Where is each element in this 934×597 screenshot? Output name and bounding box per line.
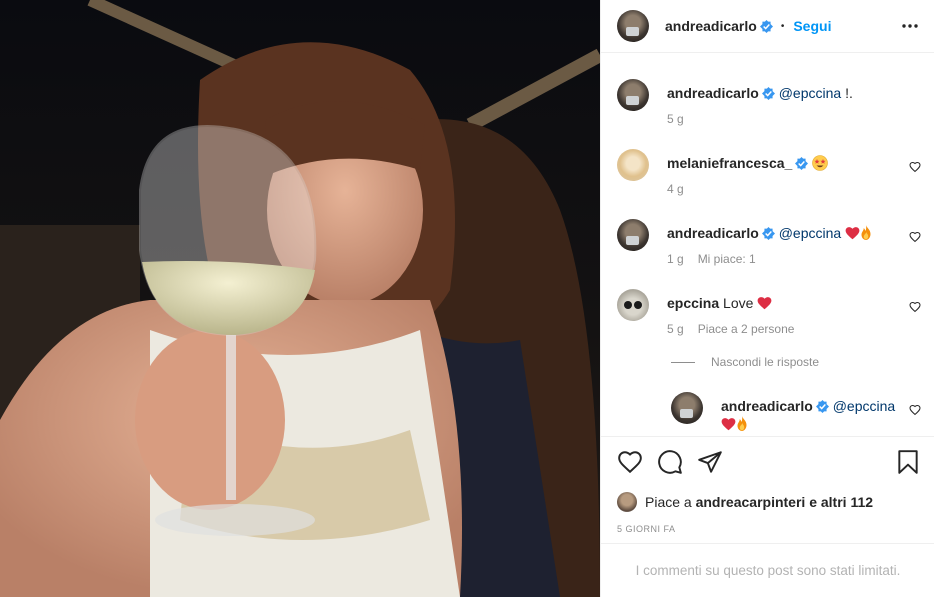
comment-username[interactable]: epccina <box>667 295 719 311</box>
reply-like-heart-icon[interactable] <box>909 404 921 416</box>
red-heart-emoji-icon <box>845 227 860 240</box>
verified-badge-icon <box>815 400 829 413</box>
comment-icon[interactable] <box>657 449 683 475</box>
follow-button[interactable]: Segui <box>793 18 831 34</box>
comment-item: andreadicarlo @epccina !. 5 g <box>617 79 927 128</box>
author-avatar[interactable] <box>617 10 649 42</box>
comments-limited-notice: I commenti su questo post sono stati lim… <box>601 543 934 597</box>
reply-username[interactable]: andreadicarlo <box>721 398 813 414</box>
comment-mention[interactable]: @epccina <box>779 85 841 101</box>
comment-avatar[interactable] <box>617 289 649 321</box>
author-username[interactable]: andreadicarlo <box>665 18 757 34</box>
comment-time[interactable]: 5 g <box>667 322 684 336</box>
separator-dot: • <box>780 20 785 32</box>
instagram-post: andreadicarlo • Segui andreadicarlo @epc… <box>0 0 934 597</box>
comment-item: epccina Love 5 g Piace a 2 persone <box>617 289 927 338</box>
comment-mention[interactable]: @epccina <box>779 225 841 241</box>
comment-time[interactable]: 5 g <box>667 112 684 126</box>
post-header: andreadicarlo • Segui <box>601 0 934 53</box>
reply-mention[interactable]: @epccina <box>833 398 895 414</box>
comment-avatar[interactable] <box>617 149 649 181</box>
comment-like-heart-icon[interactable] <box>909 231 921 243</box>
comment-avatar[interactable] <box>617 219 649 251</box>
comment-text: !. <box>845 85 853 101</box>
reply-item: andreadicarlo @epccina <box>671 392 927 433</box>
comment-text: Love <box>723 295 754 311</box>
comment-like-heart-icon[interactable] <box>909 161 921 173</box>
red-heart-emoji-icon <box>757 297 772 310</box>
comment-username[interactable]: andreadicarlo <box>667 85 759 101</box>
verified-badge-icon <box>795 157 809 170</box>
comment-item: melaniefrancesca_ 4 g <box>617 149 927 198</box>
comment-like-heart-icon[interactable] <box>909 301 921 313</box>
comment-likes-count[interactable]: Piace a 2 persone <box>698 322 795 336</box>
share-icon[interactable] <box>697 449 723 475</box>
verified-badge-icon <box>761 87 775 100</box>
liker-avatar[interactable] <box>617 492 637 512</box>
comment-avatar[interactable] <box>617 79 649 111</box>
star-struck-emoji-icon <box>812 155 829 171</box>
bookmark-icon[interactable] <box>895 449 921 475</box>
comment-username[interactable]: melaniefrancesca_ <box>667 155 792 171</box>
hide-replies-toggle[interactable]: Nascondi le risposte <box>671 355 819 369</box>
comment-time[interactable]: 1 g <box>667 252 684 266</box>
post-date[interactable]: 5 GIORNI FA <box>617 524 676 534</box>
more-options-icon[interactable] <box>901 18 919 34</box>
likes-summary: Piace a andreacarpinteri e altri 112 <box>617 492 873 512</box>
verified-badge-icon <box>761 227 775 240</box>
post-side-panel: andreadicarlo • Segui andreadicarlo @epc… <box>600 0 934 597</box>
red-heart-emoji-icon <box>721 418 736 431</box>
post-action-bar <box>601 436 934 488</box>
fire-emoji-icon <box>737 416 747 431</box>
comment-username[interactable]: andreadicarlo <box>667 225 759 241</box>
likes-prefix: Piace a <box>645 494 692 510</box>
hide-replies-label: Nascondi le risposte <box>711 355 820 369</box>
heart-icon[interactable] <box>617 449 643 475</box>
reply-avatar[interactable] <box>671 392 703 424</box>
photo-illustration <box>0 0 600 597</box>
likes-others[interactable]: e altri 112 <box>809 494 873 510</box>
comment-time[interactable]: 4 g <box>667 182 684 196</box>
comment-item: andreadicarlo @epccina 1 g Mi piace: 1 <box>617 219 927 268</box>
verified-badge-icon <box>759 19 773 33</box>
fire-emoji-icon <box>861 225 871 240</box>
reply-line-divider <box>671 361 695 363</box>
comments-list[interactable]: andreadicarlo @epccina !. 5 g melaniefra… <box>601 53 934 436</box>
post-photo[interactable] <box>0 0 600 597</box>
liker-username[interactable]: andreacarpinteri <box>696 494 806 510</box>
comment-likes-count[interactable]: Mi piace: 1 <box>698 252 756 266</box>
